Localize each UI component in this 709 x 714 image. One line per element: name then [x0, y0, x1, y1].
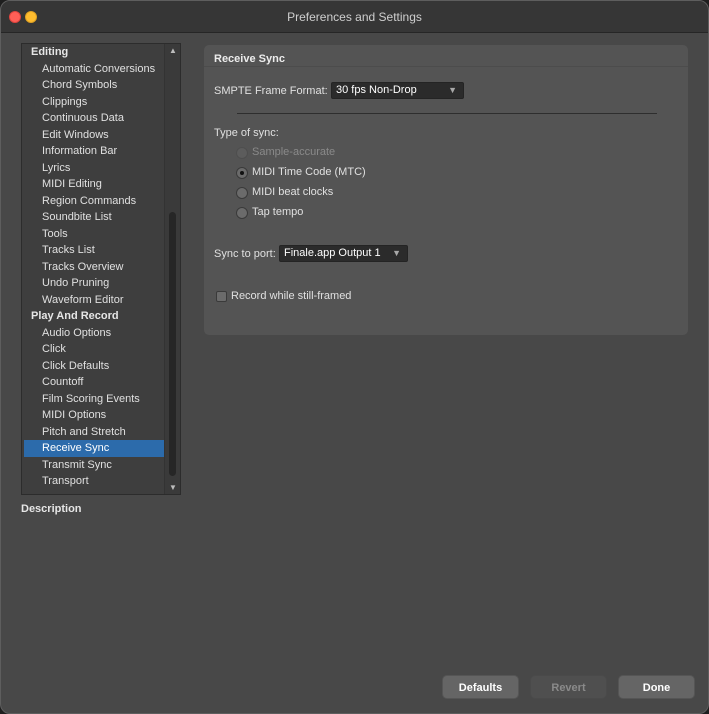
- type-of-sync-label: Type of sync:: [214, 127, 279, 139]
- sidebar-item[interactable]: Waveform Editor: [24, 292, 164, 309]
- window-title: Preferences and Settings: [287, 10, 422, 24]
- record-still-framed-label: Record while still-framed: [231, 290, 352, 302]
- preferences-sidebar: Editing Automatic Conversions Chord Symbol…: [21, 43, 181, 495]
- panel-title: Receive Sync: [204, 45, 688, 67]
- checkbox-box[interactable]: [216, 291, 227, 302]
- sidebar-item[interactable]: Film Scoring Events: [24, 391, 164, 408]
- sidebar-item[interactable]: Transport: [24, 473, 164, 490]
- radio-button[interactable]: [236, 207, 248, 219]
- done-button[interactable]: Done: [618, 675, 695, 699]
- sidebar-item[interactable]: MIDI Editing: [24, 176, 164, 193]
- sync-to-port-label: Sync to port:: [214, 248, 276, 260]
- sidebar-category[interactable]: Play And Record: [24, 308, 164, 325]
- sidebar-item[interactable]: Soundbite List: [24, 209, 164, 226]
- sidebar-item[interactable]: Edit Windows: [24, 127, 164, 144]
- smpte-frame-format-value: 30 fps Non-Drop: [336, 84, 417, 96]
- preferences-list: Editing Automatic Conversions Chord Symbol…: [24, 44, 164, 490]
- radio-label: MIDI Time Code (MTC): [252, 166, 366, 178]
- title-bar: Preferences and Settings: [1, 1, 708, 33]
- sidebar-item[interactable]: Lyrics: [24, 160, 164, 177]
- sidebar-item[interactable]: Automatic Conversions: [24, 61, 164, 78]
- sidebar-item[interactable]: Click: [24, 341, 164, 358]
- sidebar-item[interactable]: MIDI Options: [24, 407, 164, 424]
- sidebar-item[interactable]: Information Bar: [24, 143, 164, 160]
- sidebar-item[interactable]: Tracks Overview: [24, 259, 164, 276]
- sidebar-item[interactable]: Countoff: [24, 374, 164, 391]
- scroll-thumb[interactable]: [169, 212, 176, 476]
- sidebar-item[interactable]: Transmit Sync: [24, 457, 164, 474]
- sidebar-item[interactable]: Audio Options: [24, 325, 164, 342]
- radio-label: MIDI beat clocks: [252, 186, 334, 198]
- radio-button[interactable]: [236, 187, 248, 199]
- sidebar-item[interactable]: Undo Pruning: [24, 275, 164, 292]
- sync-to-port-value: Finale.app Output 1: [284, 247, 381, 259]
- radio-label: Tap tempo: [252, 206, 304, 218]
- scroll-down-icon[interactable]: ▼: [165, 483, 180, 492]
- radio-button: [236, 147, 248, 159]
- sidebar-item[interactable]: Clippings: [24, 94, 164, 111]
- radio-button[interactable]: [236, 167, 248, 179]
- sync-to-port-select[interactable]: Finale.app Output 1 ▼: [279, 245, 408, 262]
- description-label: Description: [21, 503, 82, 515]
- radio-label: Sample-accurate: [252, 146, 336, 158]
- scroll-up-icon[interactable]: ▲: [165, 46, 180, 55]
- defaults-button[interactable]: Defaults: [442, 675, 519, 699]
- sidebar-item[interactable]: Click Defaults: [24, 358, 164, 375]
- sidebar-item[interactable]: Chord Symbols: [24, 77, 164, 94]
- sidebar-item[interactable]: Pitch and Stretch: [24, 424, 164, 441]
- receive-sync-panel: Receive Sync SMPTE Frame Format: 30 fps …: [204, 45, 688, 335]
- chevron-down-icon: ▼: [392, 248, 401, 258]
- smpte-frame-format-label: SMPTE Frame Format:: [214, 85, 328, 97]
- sidebar-item[interactable]: Tracks List: [24, 242, 164, 259]
- revert-button[interactable]: Revert: [530, 675, 607, 699]
- sidebar-item[interactable]: Region Commands: [24, 193, 164, 210]
- smpte-frame-format-select[interactable]: 30 fps Non-Drop ▼: [331, 82, 464, 99]
- chevron-down-icon: ▼: [448, 85, 457, 95]
- sidebar-item[interactable]: Continuous Data: [24, 110, 164, 127]
- preferences-window: Preferences and Settings Editing Automati…: [0, 0, 709, 714]
- separator: [237, 113, 657, 114]
- sidebar-item[interactable]: Receive Sync: [24, 440, 164, 457]
- sidebar-category[interactable]: Editing: [24, 44, 164, 61]
- sidebar-scrollbar[interactable]: ▲ ▼: [164, 44, 180, 494]
- sidebar-item[interactable]: Tools: [24, 226, 164, 243]
